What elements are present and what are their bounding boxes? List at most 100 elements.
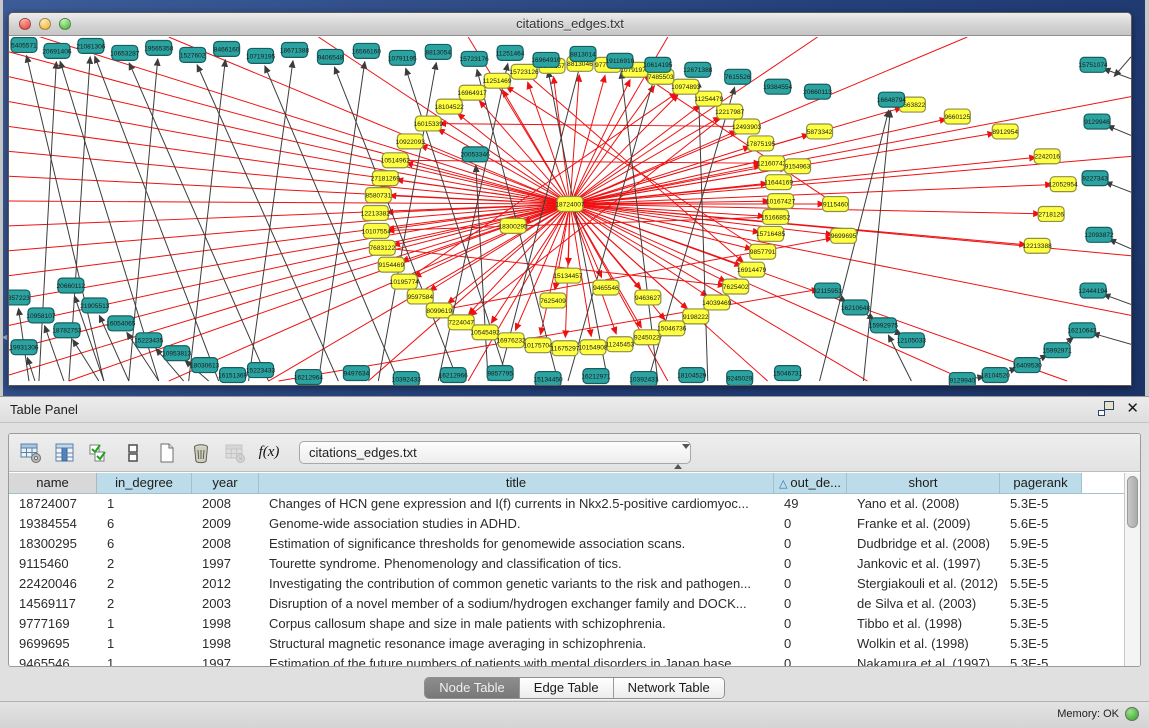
network-node[interactable]: 10922093: [396, 134, 426, 149]
network-node[interactable]: 11675297: [551, 341, 580, 356]
network-node[interactable]: 8813054: [425, 44, 451, 59]
table-options-button[interactable]: [17, 439, 45, 467]
network-node[interactable]: 16210648: [841, 300, 871, 315]
table-row[interactable]: 946554611997Estimation of the future num…: [9, 654, 1124, 666]
network-node[interactable]: 8466160: [214, 41, 240, 56]
network-node[interactable]: 16566160: [352, 43, 382, 58]
network-node[interactable]: 10175704: [523, 338, 553, 353]
network-node[interactable]: 9245022: [634, 330, 660, 345]
network-node[interactable]: 27181269: [371, 171, 401, 186]
network-node[interactable]: 16015339: [414, 116, 444, 131]
network-node[interactable]: 20053346: [461, 147, 491, 162]
table-selector-dropdown[interactable]: citations_edges.txt: [299, 441, 691, 464]
row-height-button[interactable]: [119, 439, 147, 467]
tab-network-table[interactable]: Network Table: [614, 678, 724, 698]
network-node[interactable]: 9497634: [343, 366, 369, 381]
network-node[interactable]: 10974893: [671, 79, 701, 94]
network-node[interactable]: 10195774: [390, 274, 420, 289]
network-window-titlebar[interactable]: citations_edges.txt: [9, 13, 1131, 36]
network-node[interactable]: 10154908: [578, 340, 608, 355]
network-node[interactable]: 9463627: [635, 290, 661, 305]
network-node[interactable]: 16054065: [106, 316, 136, 331]
network-node[interactable]: 15723176: [460, 51, 490, 66]
network-node[interactable]: 15134450: [533, 372, 563, 385]
network-node[interactable]: 21905513: [80, 298, 110, 313]
network-node[interactable]: 18671388: [280, 42, 310, 57]
selection-mode-button[interactable]: [85, 439, 113, 467]
column-header-out_de[interactable]: △out_de...: [774, 473, 847, 493]
network-node[interactable]: 15992971: [1043, 343, 1073, 358]
network-node[interactable]: 9406548: [317, 49, 343, 64]
network-node[interactable]: 19384554: [763, 79, 793, 94]
table-row[interactable]: 977716911998Corpus callosum shape and si…: [9, 614, 1124, 634]
network-node[interactable]: 11251464: [496, 45, 525, 60]
network-node[interactable]: 10653287: [110, 45, 140, 60]
network-node[interactable]: 8813014: [570, 46, 596, 61]
table-row[interactable]: 1830029562008Estimation of significance …: [9, 534, 1124, 554]
network-node[interactable]: 9154469: [378, 257, 404, 272]
tab-edge-table[interactable]: Edge Table: [520, 678, 614, 698]
network-node[interactable]: 9154963: [785, 159, 811, 174]
network-node[interactable]: 10958107: [26, 308, 56, 323]
network-node[interactable]: 16212971: [581, 369, 611, 384]
network-node[interactable]: 11254479: [694, 91, 723, 106]
network-node[interactable]: 15223435: [134, 333, 164, 348]
network-node[interactable]: 7683122: [369, 240, 395, 255]
network-node[interactable]: 9129946: [1084, 114, 1110, 129]
scrollbar-thumb[interactable]: [1127, 476, 1138, 528]
network-node[interactable]: 7625402: [723, 279, 749, 294]
network-node[interactable]: 12093872: [1084, 227, 1114, 242]
network-node[interactable]: 10953813: [162, 346, 192, 361]
network-node[interactable]: 20660112: [57, 278, 86, 293]
network-node[interactable]: 10719195: [246, 48, 276, 63]
network-node[interactable]: 16151369: [218, 368, 248, 383]
table-row[interactable]: 1456911722003Disruption of a novel membe…: [9, 594, 1124, 614]
network-node[interactable]: 1527602: [180, 47, 206, 62]
table-row[interactable]: 1872400712008Changes of HCN gene express…: [9, 494, 1124, 514]
network-node[interactable]: 21081306: [76, 38, 106, 53]
network-node[interactable]: 15046731: [773, 366, 803, 381]
network-node[interactable]: 9115460: [823, 197, 849, 212]
network-node[interactable]: 9699695: [831, 228, 857, 243]
column-header-pagerank[interactable]: pagerank: [1000, 473, 1082, 493]
network-node[interactable]: 11245453: [606, 337, 635, 352]
network-node[interactable]: 7615526: [725, 69, 751, 84]
table-row[interactable]: 969969511998Structural magnetic resonanc…: [9, 634, 1124, 654]
network-node[interactable]: 10107554: [362, 223, 392, 238]
network-node[interactable]: 15992975: [869, 318, 899, 333]
network-node[interactable]: 16409530: [1013, 358, 1043, 373]
network-node[interactable]: 18030613: [190, 358, 220, 373]
network-node[interactable]: 9465546: [593, 280, 619, 295]
network-node[interactable]: 2718126: [1038, 207, 1064, 222]
float-panel-icon[interactable]: [1098, 401, 1114, 416]
network-node[interactable]: 9198222: [683, 309, 709, 324]
network-node[interactable]: 9245029: [727, 371, 753, 385]
network-node[interactable]: 18724007: [555, 197, 585, 212]
network-node[interactable]: 9227343: [1082, 171, 1108, 186]
table-row[interactable]: 911546021997Tourette syndrome. Phenomeno…: [9, 554, 1124, 574]
memory-indicator[interactable]: Memory: OK: [1057, 707, 1139, 721]
network-node[interactable]: 16914479: [737, 262, 767, 277]
network-node[interactable]: 12493903: [732, 119, 762, 134]
network-node[interactable]: 8580731: [365, 188, 391, 203]
network-node[interactable]: 12444194: [1078, 283, 1108, 298]
network-node[interactable]: 9129940: [949, 373, 975, 385]
network-canvas-container[interactable]: 1872400710167427116441691216074217875195…: [9, 37, 1131, 385]
network-node[interactable]: 10514962: [381, 153, 411, 168]
network-node[interactable]: 18104522: [435, 99, 465, 114]
network-node[interactable]: 15751074: [1078, 57, 1108, 72]
network-node[interactable]: 12105033: [897, 333, 927, 348]
network-node[interactable]: 9660125: [944, 109, 970, 124]
network-node[interactable]: 8099619: [426, 303, 452, 318]
collapse-panel-handle[interactable]: ◄: [0, 330, 7, 344]
network-node[interactable]: 15046736: [657, 321, 687, 336]
column-header-title[interactable]: title: [259, 473, 774, 493]
network-node[interactable]: 7625409: [540, 293, 566, 308]
network-node[interactable]: 32115953: [813, 283, 842, 298]
network-node[interactable]: 18104529: [677, 368, 707, 383]
network-node[interactable]: 19565358: [144, 40, 174, 55]
function-builder-button[interactable]: f(x): [255, 439, 283, 467]
column-header-in_degree[interactable]: in_degree: [97, 473, 192, 493]
network-node[interactable]: 19931306: [9, 340, 39, 355]
network-node[interactable]: 7224047: [448, 315, 474, 330]
